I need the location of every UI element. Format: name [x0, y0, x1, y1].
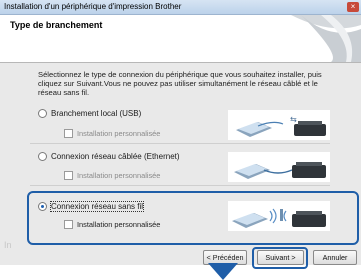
- swoosh-graphic: [291, 15, 361, 62]
- wireless-option-highlight: [27, 191, 359, 245]
- checkbox-box[interactable]: [64, 129, 73, 138]
- page-title: Type de branchement: [10, 20, 103, 30]
- brand-ghost-text: In: [4, 240, 12, 250]
- checkbox-usb-custom[interactable]: Installation personnalisée: [64, 129, 160, 138]
- checkbox-box[interactable]: [64, 171, 73, 180]
- separator: [30, 185, 330, 186]
- checkbox-ethernet-custom-label: Installation personnalisée: [77, 171, 161, 180]
- radio-ethernet-label: Connexion réseau câblée (Ethernet): [51, 152, 180, 161]
- pointer-arrow-icon: [208, 263, 238, 280]
- separator: [30, 143, 330, 144]
- radio-ethernet[interactable]: Connexion réseau câblée (Ethernet): [38, 152, 180, 161]
- radio-usb-label: Branchement local (USB): [51, 109, 142, 118]
- cancel-button[interactable]: Annuler: [313, 250, 357, 265]
- radio-button[interactable]: [38, 109, 47, 118]
- usb-connection-illustration: ⇆: [228, 110, 330, 140]
- radio-button[interactable]: [38, 152, 47, 161]
- instruction-text: Sélectionnez le type de connexion du pér…: [38, 70, 322, 97]
- header-panel: Type de branchement: [0, 15, 361, 63]
- svg-text:⇆: ⇆: [290, 115, 297, 124]
- ethernet-connection-illustration: [228, 152, 330, 182]
- next-button-highlight: [252, 247, 308, 269]
- title-bar: Installation d'un périphérique d'impress…: [0, 0, 361, 15]
- window-title: Installation d'un périphérique d'impress…: [4, 2, 182, 11]
- close-icon[interactable]: ×: [347, 2, 359, 12]
- radio-usb[interactable]: Branchement local (USB): [38, 109, 141, 118]
- checkbox-ethernet-custom[interactable]: Installation personnalisée: [64, 171, 160, 180]
- checkbox-usb-custom-label: Installation personnalisée: [77, 129, 161, 138]
